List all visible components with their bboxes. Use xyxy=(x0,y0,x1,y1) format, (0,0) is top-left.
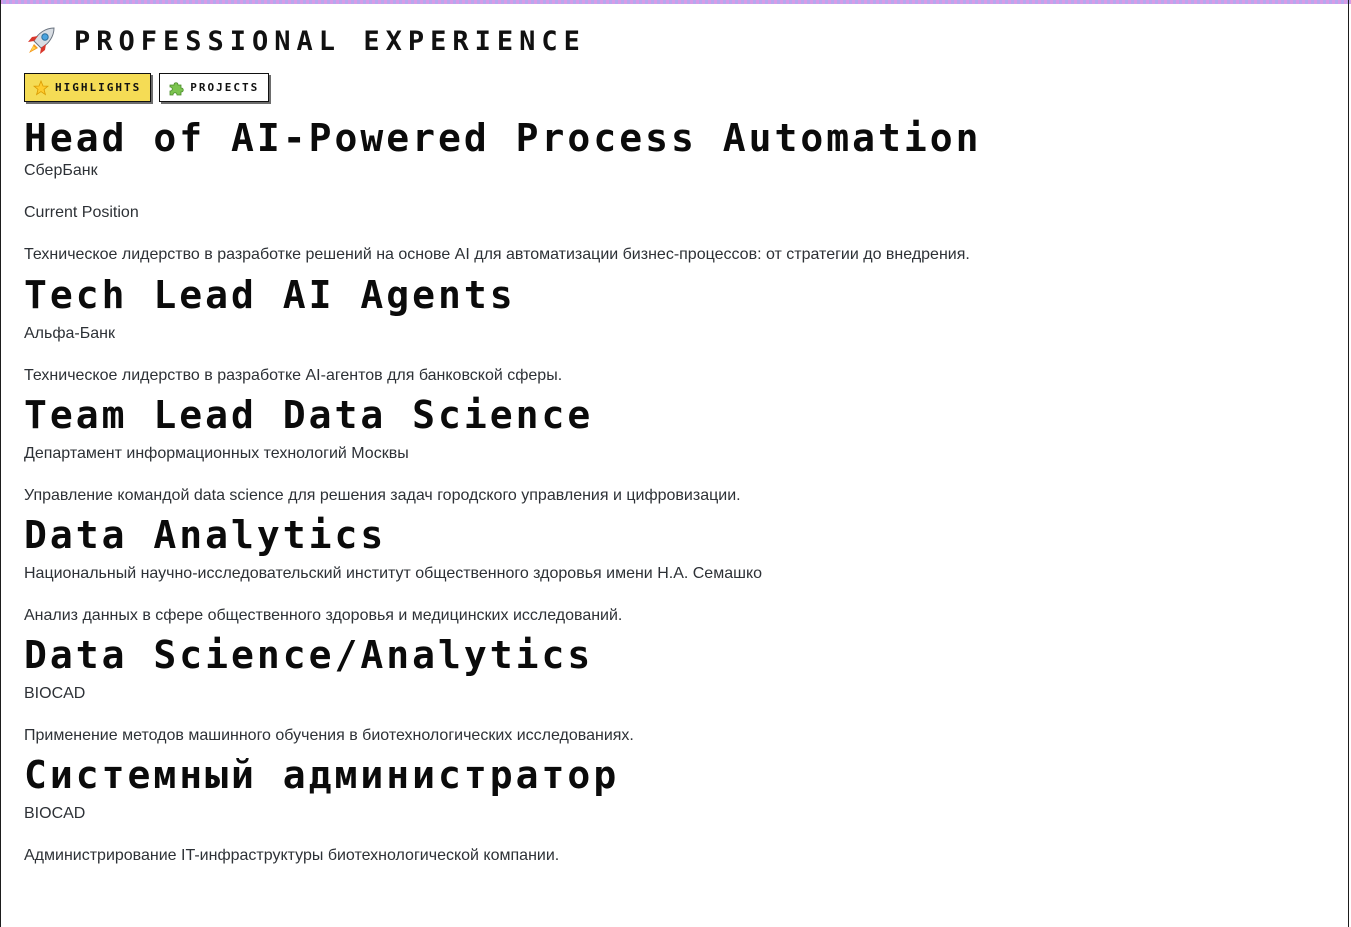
job-company: СберБанк xyxy=(24,162,98,179)
job-title: Team Lead Data Science xyxy=(24,393,594,437)
job-entry: Tech Lead AI Agents Альфа-Банк Техническ… xyxy=(24,272,1327,386)
job-description: Управление командой data science для реш… xyxy=(24,487,741,504)
job-company: BIOCAD xyxy=(24,805,86,822)
job-description: Техническое лидерство в разработке AI-аг… xyxy=(24,367,563,384)
experience-section: PROFESSIONAL EXPERIENCE HIGHLIGHTS PROJE… xyxy=(24,24,1327,866)
job-company: Альфа-Банк xyxy=(24,325,115,342)
job-entry: Системный администратор BIOCAD Администр… xyxy=(24,752,1327,866)
job-description: Анализ данных в сфере общественного здор… xyxy=(24,607,623,624)
job-entry: Head of AI-Powered Process Automation Сб… xyxy=(24,115,1327,265)
rocket-icon xyxy=(24,24,58,58)
job-title: Head of AI-Powered Process Automation xyxy=(24,116,982,160)
job-title: Data Science/Analytics xyxy=(24,633,594,677)
tab-projects[interactable]: PROJECTS xyxy=(159,73,270,102)
job-title: Системный администратор xyxy=(24,753,620,797)
section-title: PROFESSIONAL EXPERIENCE xyxy=(74,25,586,57)
tab-bar: HIGHLIGHTS PROJECTS xyxy=(24,73,1327,102)
job-description: Применение методов машинного обучения в … xyxy=(24,727,634,744)
tab-highlights[interactable]: HIGHLIGHTS xyxy=(24,73,152,102)
job-entry: Data Science/Analytics BIOCAD Применение… xyxy=(24,632,1327,746)
job-company: Национальный научно-исследовательский ин… xyxy=(24,565,763,582)
job-title: Tech Lead AI Agents xyxy=(24,273,516,317)
puzzle-icon xyxy=(168,80,184,96)
job-company: BIOCAD xyxy=(24,685,86,702)
job-entry: Data Analytics Национальный научно-иссле… xyxy=(24,512,1327,626)
job-entry: Team Lead Data Science Департамент инфор… xyxy=(24,392,1327,506)
job-description: Техническое лидерство в разработке решен… xyxy=(24,246,970,263)
star-icon xyxy=(32,79,50,96)
tab-projects-label: PROJECTS xyxy=(190,81,260,94)
job-company: Департамент информационных технологий Мо… xyxy=(24,445,409,462)
job-title: Data Analytics xyxy=(24,513,387,557)
tab-highlights-label: HIGHLIGHTS xyxy=(55,81,142,94)
job-description: Администрирование IT-инфраструктуры биот… xyxy=(24,847,560,864)
job-status: Current Position xyxy=(24,204,139,221)
section-header: PROFESSIONAL EXPERIENCE xyxy=(24,24,1327,58)
